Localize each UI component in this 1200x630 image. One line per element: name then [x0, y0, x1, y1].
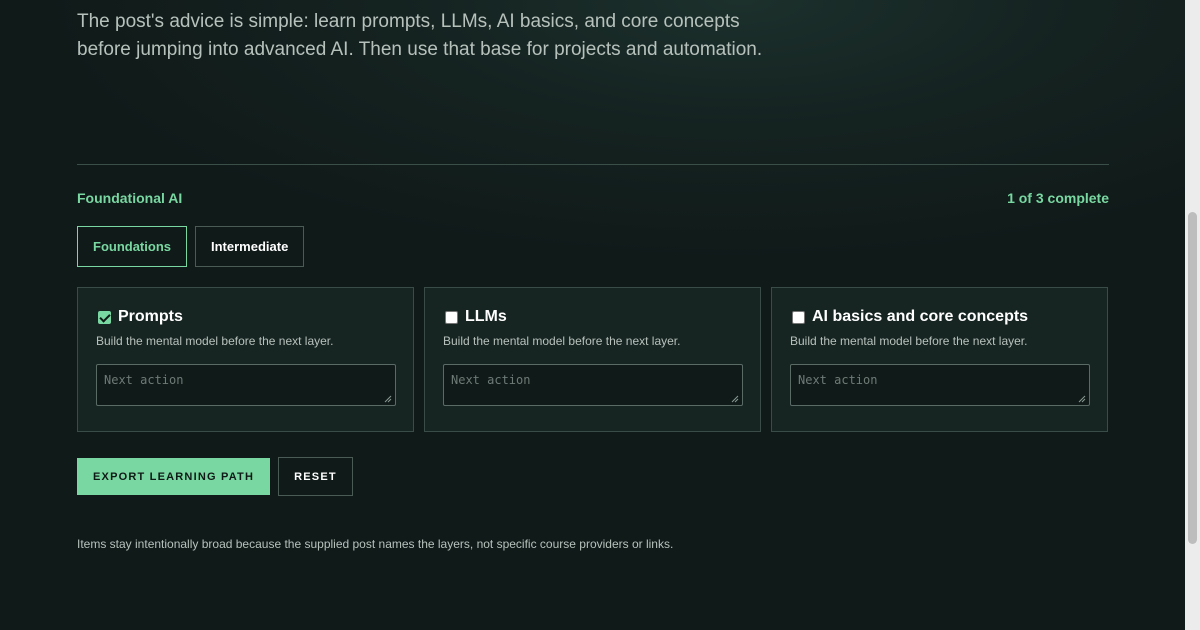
intro-text: The post's advice is simple: learn promp… — [77, 8, 797, 64]
section-title: Foundational AI — [77, 190, 183, 206]
intro-line-1: The post's advice is simple: learn promp… — [77, 11, 740, 32]
topic-cards: Prompts Build the mental model before th… — [77, 287, 1109, 432]
topic-description: Build the mental model before the next l… — [443, 334, 681, 348]
export-learning-path-button[interactable]: EXPORT LEARNING PATH — [77, 458, 271, 495]
progress-count: 1 of 3 complete — [1007, 190, 1109, 206]
footnote: Items stay intentionally broad because t… — [77, 537, 674, 551]
scrollbar-thumb[interactable] — [1188, 212, 1197, 544]
intro-line-2: before jumping into advanced AI. Then us… — [77, 39, 763, 60]
topic-title: AI basics and core concepts — [812, 308, 1029, 325]
next-action-input[interactable] — [790, 364, 1090, 406]
resize-handle-icon[interactable] — [1078, 395, 1086, 403]
topic-description: Build the mental model before the next l… — [96, 334, 334, 348]
reset-button[interactable]: RESET — [278, 457, 353, 496]
section-divider — [77, 164, 1109, 165]
learning-path-page: The post's advice is simple: learn promp… — [77, 0, 1109, 630]
next-action-input[interactable] — [443, 364, 743, 406]
topic-title: LLMs — [465, 308, 507, 325]
topic-card-prompts: Prompts Build the mental model before th… — [77, 287, 414, 432]
topic-card-llms: LLMs Build the mental model before the n… — [424, 287, 761, 432]
ai-basics-checkbox[interactable] — [792, 310, 805, 324]
next-action-input[interactable] — [96, 364, 396, 406]
prompts-checkbox[interactable] — [98, 310, 111, 324]
llms-checkbox[interactable] — [445, 310, 458, 324]
topic-description: Build the mental model before the next l… — [790, 334, 1028, 348]
resize-handle-icon[interactable] — [731, 395, 739, 403]
page-scrollbar[interactable] — [1185, 0, 1200, 630]
resize-handle-icon[interactable] — [384, 395, 392, 403]
tab-intermediate[interactable]: Intermediate — [195, 226, 305, 267]
topic-card-ai-basics: AI basics and core concepts Build the me… — [771, 287, 1108, 432]
action-buttons: EXPORT LEARNING PATH RESET — [77, 457, 353, 496]
tab-foundations[interactable]: Foundations — [77, 226, 187, 267]
level-tabs: Foundations Intermediate — [77, 226, 305, 267]
topic-title: Prompts — [118, 308, 183, 325]
